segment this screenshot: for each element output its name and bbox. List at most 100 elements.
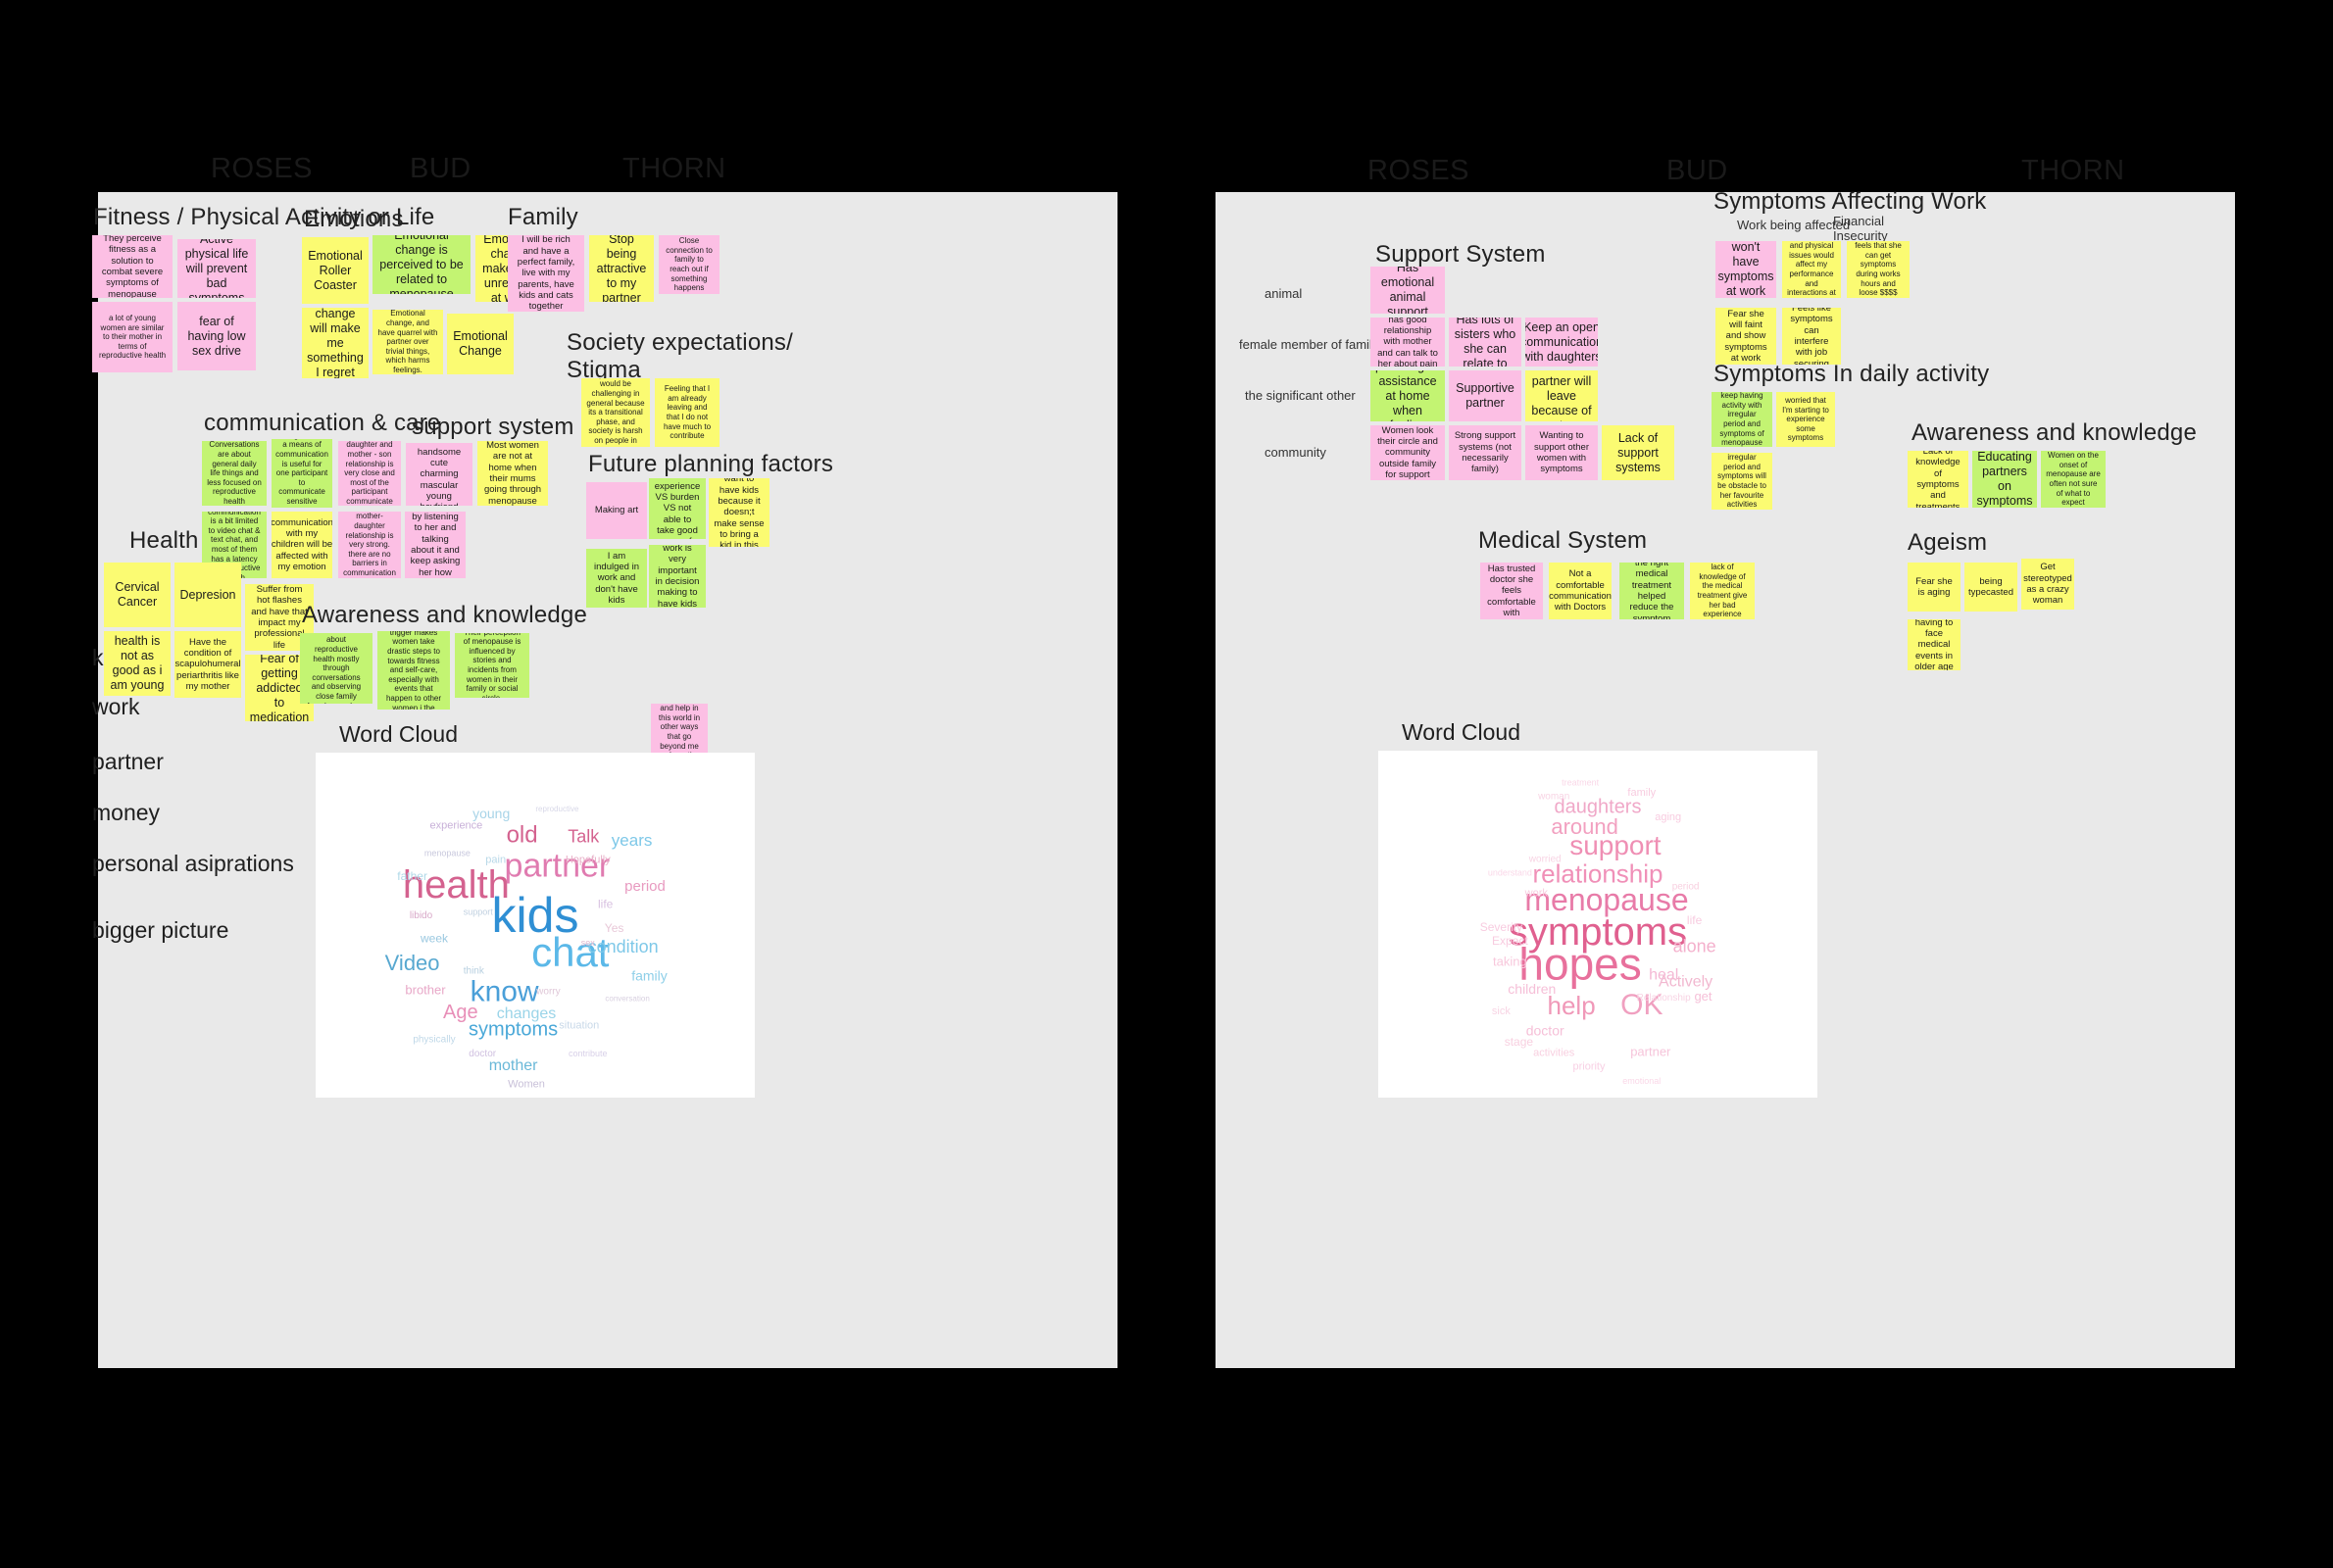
- sticky-note[interactable]: Most women are not at home when their mu…: [477, 441, 548, 506]
- sticky-note[interactable]: have a handsome cute charming mascular y…: [406, 443, 472, 506]
- wordcloud-word: children: [1508, 981, 1556, 997]
- sticky-note[interactable]: communication with my children will be a…: [272, 512, 332, 578]
- wordcloud-word: Expect: [1492, 934, 1528, 948]
- sticky-note[interactable]: writing letter as a means of communicati…: [272, 439, 332, 508]
- thorn-list-item-work: work: [92, 694, 140, 719]
- sticky-note[interactable]: Fear she is aging: [1908, 563, 1961, 612]
- sticky-note[interactable]: Emotional Roller Coaster: [302, 237, 369, 304]
- sticky-note[interactable]: Fear her partner will leave because of s…: [1525, 370, 1598, 421]
- sticky-note[interactable]: mood shift and physical issues would aff…: [1782, 241, 1841, 298]
- sticky-note[interactable]: They perceive fitness as a solution to c…: [92, 235, 173, 298]
- sticky-note[interactable]: Expect that life would be challenging in…: [581, 378, 650, 447]
- sticky-note[interactable]: Doesn't want to have kids because it doe…: [709, 478, 769, 547]
- wordcloud-word: condition: [588, 937, 659, 956]
- sticky-note[interactable]: Supportive partner: [1449, 370, 1521, 421]
- sticky-note[interactable]: Strong support systems (not necessarily …: [1449, 425, 1521, 480]
- sticky-note[interactable]: work is very important in decision makin…: [649, 545, 706, 608]
- wordcloud-word: around: [1551, 814, 1618, 839]
- sticky-note[interactable]: Have the condition of scapulohumeral per…: [174, 631, 241, 698]
- sticky-note[interactable]: won't have symptoms at work: [1715, 241, 1776, 298]
- sticky-note[interactable]: lack of knowledge of the medical treatme…: [1690, 563, 1755, 619]
- sticky-note[interactable]: Depresion: [174, 563, 241, 627]
- sticky-note[interactable]: Emotional change is perceived to be rela…: [372, 235, 471, 294]
- wordcloud-word: sick: [1492, 1005, 1511, 1017]
- section-title-support-system-right: Support System: [1375, 241, 1546, 268]
- sticky-note[interactable]: a lot of young women are similar to thei…: [92, 302, 173, 372]
- sticky-note[interactable]: Women on the onset of menopause are ofte…: [2041, 451, 2106, 508]
- section-title-emotions: Emotions: [304, 206, 404, 232]
- wordcloud-word: think: [464, 965, 485, 976]
- sticky-note[interactable]: the right medical treatment helped reduc…: [1619, 563, 1684, 619]
- sticky-note[interactable]: Conversations are about general daily li…: [202, 441, 267, 506]
- sticky-note[interactable]: Could help by listening to her and talki…: [405, 512, 466, 578]
- sticky-note[interactable]: Cervical Cancer: [104, 563, 171, 627]
- wordcloud-word: experience: [429, 819, 482, 831]
- sticky-note[interactable]: Women look their circle and community ou…: [1370, 425, 1445, 480]
- sticky-note[interactable]: Stop being attractive to my partner: [589, 235, 654, 302]
- column-header-roses-left: ROSES: [211, 153, 314, 184]
- sticky-note[interactable]: Wanting to support other women with symp…: [1525, 425, 1598, 480]
- wordcloud-word: young: [472, 806, 510, 821]
- sticky-note[interactable]: Educating partners on symptoms: [1972, 451, 2037, 508]
- sticky-note[interactable]: mother-daughter relationship is very str…: [338, 512, 401, 578]
- sticky-note[interactable]: Their perception of menopause is influen…: [455, 633, 529, 698]
- wordcloud-word: brother: [405, 982, 446, 997]
- board-left: ROSES BUD THORN Fitness / Physical Activ…: [92, 153, 1117, 1368]
- wordcloud-word: father: [397, 869, 427, 883]
- section-title-awareness-right: Awareness and knowledge: [1911, 419, 2198, 446]
- sticky-note[interactable]: Fear of having to face medical events in…: [1908, 619, 1961, 670]
- wordcloud-word: period: [624, 878, 666, 895]
- sticky-note[interactable]: Feels like symptoms can interfere with j…: [1782, 308, 1841, 365]
- thorn-list-item-bigger-picture: bigger picture: [92, 917, 229, 943]
- sticky-note[interactable]: Has trusted doctor she feels comfortable…: [1480, 563, 1543, 619]
- section-title-symptoms-work: Symptoms Affecting Work: [1713, 188, 1987, 215]
- sticky-note[interactable]: Feeling that I am already leaving and th…: [655, 378, 720, 447]
- sticky-note[interactable]: women learn about reproductive health mo…: [300, 633, 372, 704]
- row-label-animal: animal: [1265, 286, 1303, 301]
- sticky-note[interactable]: health is not as good as i am young: [104, 631, 171, 696]
- wordcloud-word: worried: [1528, 854, 1562, 864]
- section-title-health: Health: [129, 527, 199, 554]
- sticky-note[interactable]: kids /new experience VS burden VS not ab…: [649, 478, 706, 539]
- sticky-note[interactable]: Emotional change will make me something …: [302, 308, 369, 378]
- sticky-note[interactable]: Active physical life will prevent bad sy…: [177, 239, 256, 298]
- sticky-note[interactable]: Making art: [586, 482, 647, 539]
- sticky-note[interactable]: feels that she can get symptoms during w…: [1847, 241, 1910, 298]
- sticky-note[interactable]: Emotional Change: [447, 314, 514, 374]
- wordcloud-word: family: [631, 967, 668, 983]
- wordcloud-word: menopause: [424, 849, 471, 858]
- sticky-note[interactable]: Keep an open communication with daughter…: [1525, 318, 1598, 367]
- sticky-note[interactable]: worried that I'm starting to experience …: [1776, 392, 1835, 447]
- sticky-note[interactable]: I am indulged in work and don't have kid…: [586, 549, 647, 608]
- wordcloud-word: activities: [1533, 1048, 1575, 1059]
- sticky-note[interactable]: Fear she will faint and show symptoms at…: [1715, 308, 1776, 365]
- wordcloud-word: Severity: [1480, 920, 1522, 934]
- sticky-note[interactable]: hope partner give assistance at home whe…: [1370, 370, 1445, 421]
- thorn-list-item-money: money: [92, 800, 161, 825]
- sticky-note[interactable]: irregular period and symptoms will be ob…: [1712, 453, 1772, 510]
- sticky-note[interactable]: Close connection to family to reach out …: [659, 235, 720, 294]
- wordcloud-word: doctor: [469, 1049, 496, 1059]
- sticky-note[interactable]: has good relationship with mother and ca…: [1370, 318, 1445, 367]
- sticky-note[interactable]: Emotional change, and have quarrel with …: [372, 310, 443, 374]
- wordcloud-word: partner: [505, 848, 611, 885]
- screenshot-root: ROSES BUD THORN Fitness / Physical Activ…: [0, 0, 2333, 1568]
- sticky-note[interactable]: Lack of support systems: [1602, 425, 1674, 480]
- sticky-note[interactable]: Not a comfortable communication with Doc…: [1549, 563, 1612, 619]
- wordcloud-word: get: [1694, 989, 1712, 1004]
- wordcloud-left: kids health partner chat know symptoms Video ol…: [316, 753, 755, 1098]
- sticky-note[interactable]: Has lots of sisters who she can relate t…: [1449, 318, 1521, 367]
- sticky-note[interactable]: being typecasted: [1964, 563, 2017, 612]
- sticky-note[interactable]: Has emotional animal support: [1370, 267, 1445, 314]
- wordcloud-word: partner: [1630, 1045, 1671, 1059]
- section-title-society: Society expectations/ Stigma: [567, 329, 793, 384]
- sticky-note[interactable]: An external trigger makes women take dra…: [377, 631, 450, 710]
- wordcloud-word: week: [420, 932, 449, 946]
- sticky-note[interactable]: fear of having low sex drive: [177, 302, 256, 370]
- sticky-note[interactable]: mother -daughter and mother - son relati…: [338, 441, 401, 506]
- sticky-note[interactable]: Lack of knowledge of symptoms and treatm…: [1908, 451, 1968, 508]
- wordcloud-word: old: [507, 822, 538, 849]
- sticky-note[interactable]: I will be rich and have a perfect family…: [508, 235, 584, 312]
- sticky-note[interactable]: keep having activity with irregular peri…: [1712, 392, 1772, 447]
- sticky-note[interactable]: Get stereotyped as a crazy woman: [2021, 559, 2074, 610]
